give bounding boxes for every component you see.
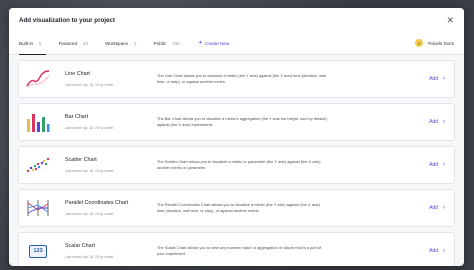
add-button[interactable]: Add › [429,205,445,211]
add-visualization-modal: Add visualization to your project ✕ Buil… [9,8,464,266]
card-meta: Last saved: Apr 18, 23 by cvmet [65,169,114,173]
tab-count: 335 [172,40,180,46]
visualization-list: Line Chart Last saved: Apr 18, 23 by cvm… [9,55,464,266]
parallel-coordinates-icon [19,190,57,226]
card-description: The Bar Chart allows you to visualize a … [157,116,327,127]
card-title: Scalar Chart [65,243,95,249]
add-label: Add [429,119,438,125]
tab-count: 43 [83,40,89,46]
modal-title: Add visualization to your project [19,16,115,24]
card-meta: Last saved: Apr 18, 23 by cvmet [65,126,114,130]
tab-built-in[interactable]: Built-in 5 [19,32,46,55]
tab-label: Built-in [19,40,34,46]
tab-bar: Built-in 5 Featured 43 Workspace 2 Publi… [9,32,464,55]
scatter-chart-icon [19,147,57,183]
add-button[interactable]: Add › [429,248,445,254]
tab-label: Workspace [105,40,129,46]
close-icon[interactable]: ✕ [446,15,454,25]
create-new-button[interactable]: + Create New [199,40,229,46]
chevron-right-icon: › [443,119,445,125]
tab-label: Featured [58,40,77,46]
line-chart-icon [19,61,57,97]
chevron-right-icon: › [443,76,445,82]
tab-public[interactable]: Public 335 [154,32,180,54]
card-meta: Last saved: Apr 18, 23 by cvmet [65,212,114,216]
add-button[interactable]: Add › [429,76,445,82]
visualization-card-line-chart: Line Chart Last saved: Apr 18, 23 by cvm… [18,60,455,98]
scalar-chart-icon: 123 [29,244,47,258]
add-button[interactable]: Add › [429,119,445,125]
create-new-label: Create New [205,40,230,46]
card-title: Bar Chart [65,114,89,120]
bar-chart-icon [19,104,57,140]
card-meta: Last saved: Apr 18, 23 by cvmet [65,83,114,87]
chevron-right-icon: › [443,162,445,168]
card-title: Line Chart [65,71,90,77]
card-title: Parallel Coordinates Chart [65,200,129,206]
card-title: Scatter Chart [65,157,97,163]
visualization-card-scalar-chart: 123 Scalar Chart Last saved: Apr 18, 23 … [18,232,455,266]
workspace-owner[interactable]: ☺ Panels Docs [415,39,454,47]
card-description: The Parallel Coordinates Chart allows yo… [157,202,320,213]
smiley-avatar-icon: ☺ [415,39,424,47]
add-label: Add [429,76,438,82]
card-description: The Scatter Chart allows you to visualiz… [157,159,321,170]
tab-workspace[interactable]: Workspace 2 [105,32,136,54]
add-label: Add [429,162,438,168]
visualization-card-scatter-chart: Scatter Chart Last saved: Apr 18, 23 by … [18,146,455,184]
chevron-right-icon: › [443,205,445,211]
scalar-chart-icon-wrap: 123 [19,233,57,266]
card-description: The Line Chart allows you to visualize a… [157,73,326,84]
chevron-right-icon: › [443,248,445,254]
tab-featured[interactable]: Featured 43 [59,32,89,54]
tab-count: 2 [134,40,137,46]
add-label: Add [429,248,438,254]
tab-count: 5 [39,40,42,46]
add-label: Add [429,205,438,211]
plus-icon: + [198,40,202,46]
add-button[interactable]: Add › [429,162,445,168]
modal-header: Add visualization to your project ✕ [9,8,464,32]
visualization-card-parallel-coordinates: Parallel Coordinates Chart Last saved: A… [18,189,455,227]
visualization-card-bar-chart: Bar Chart Last saved: Apr 18, 23 by cvme… [18,103,455,141]
card-description: The Scalar Chart allows you to view any … [157,245,322,256]
card-meta: Last saved: Apr 18, 23 by cvmet [65,255,114,259]
owner-name: Panels Docs [428,40,454,46]
tab-label: Public [153,40,167,46]
